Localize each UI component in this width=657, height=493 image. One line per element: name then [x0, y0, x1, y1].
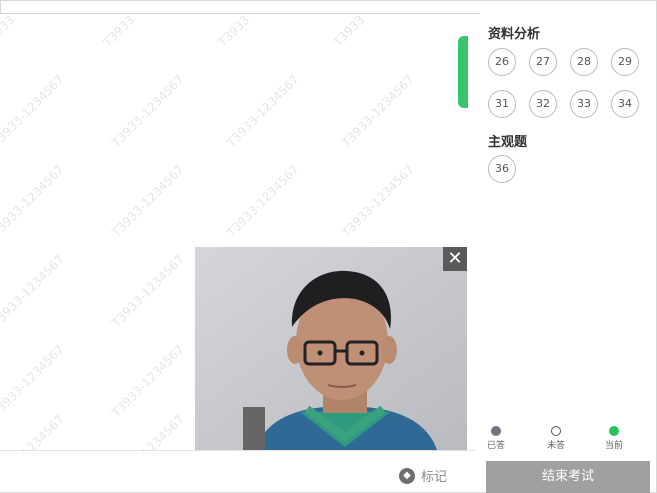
watermark-text: T3933-1234567	[224, 162, 302, 240]
webcam-preview: ✕	[195, 247, 467, 450]
end-exam-button[interactable]: 结束考试	[486, 461, 650, 493]
watermark-text: T3933-1234567	[0, 412, 67, 450]
bottom-toolbar: ◆ 标记	[0, 450, 475, 492]
watermark-text: T3933-1234567	[109, 252, 187, 330]
watermark-text: T3933-1234567	[109, 342, 187, 420]
pin-icon: ◆	[399, 467, 415, 484]
close-icon[interactable]: ✕	[443, 247, 467, 271]
answered-dot-icon	[491, 426, 501, 436]
question-button[interactable]: 27	[529, 48, 557, 76]
watermark-text: T3933-1234567	[0, 342, 67, 420]
question-button[interactable]: 29	[611, 48, 639, 76]
question-button[interactable]: 33	[570, 90, 598, 118]
question-button[interactable]: 31	[488, 90, 516, 118]
section-title-data-analysis: 资料分析	[488, 27, 541, 42]
section-title-subjective: 主观题	[488, 135, 528, 150]
mark-button[interactable]: ◆ 标记	[399, 466, 447, 485]
watermark-text: T3933-1234567	[0, 72, 67, 150]
question-button[interactable]: 32	[529, 90, 557, 118]
watermark-text: T3933-1234567	[109, 162, 187, 240]
watermark-text: T3933	[215, 14, 253, 50]
watermark-text: T3933	[330, 14, 368, 50]
watermark-text: T3933-1234567	[339, 162, 417, 240]
legend-answered: 已答	[484, 426, 508, 451]
watermark-text: T3933	[100, 14, 138, 50]
watermark-text: T3933	[0, 14, 18, 50]
unanswered-dot-icon	[551, 426, 561, 436]
legend-label: 当前	[604, 441, 623, 451]
watermark-text: T3933-1234567	[0, 162, 67, 240]
answer-sheet-panel: 资料分析 26 27 28 29 31 32 33 34 主观题 36 已答 未…	[476, 14, 656, 493]
watermark-text: T3933-1234567	[109, 72, 187, 150]
webcam-image	[195, 247, 467, 450]
question-button[interactable]: 26	[488, 48, 516, 76]
legend-label: 已答	[486, 441, 505, 451]
watermark-text: T3933-1234567	[0, 252, 67, 330]
watermark-text: T3933-1234567	[339, 72, 417, 150]
current-dot-icon	[609, 426, 619, 436]
legend-unanswered: 未答	[544, 426, 568, 451]
legend-current: 当前	[602, 426, 626, 451]
question-button[interactable]: 34	[611, 90, 639, 118]
mark-label: 标记	[421, 470, 448, 485]
watermark-text: T3933-1234567	[224, 72, 302, 150]
legend-label: 未答	[546, 441, 565, 451]
question-button[interactable]: 28	[570, 48, 598, 76]
question-button[interactable]: 36	[488, 155, 516, 183]
side-tab[interactable]	[458, 36, 468, 108]
